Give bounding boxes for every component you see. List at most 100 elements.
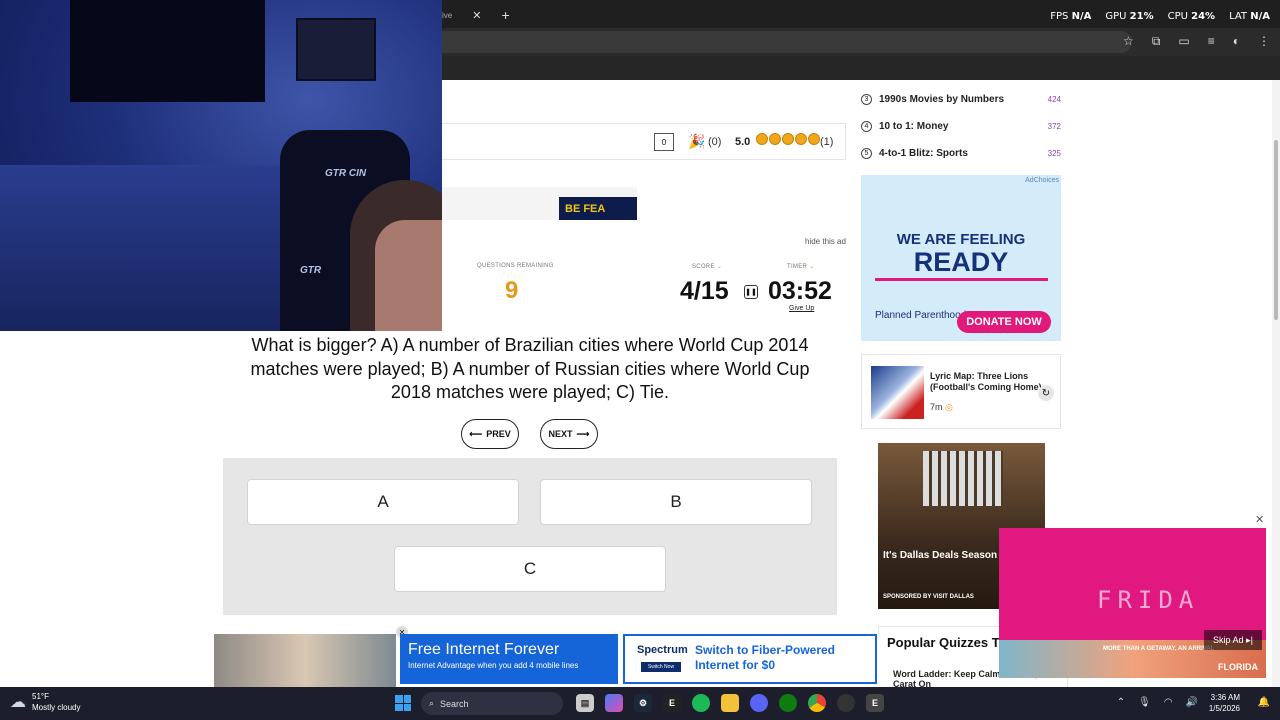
reaction-count: (0) [708,136,722,148]
free-internet-panel: Free Internet Forever Internet Advantage… [400,634,618,684]
temperature: 51°F [32,692,49,701]
epic-games-icon[interactable]: E [663,694,681,712]
spectrum-message: Switch to Fiber-Powered Internet for $0 [695,643,836,672]
reading-list-icon[interactable]: ≡ [1208,34,1215,49]
answer-c-button[interactable]: C [394,546,666,592]
donate-now-button[interactable]: DONATE NOW [957,311,1051,333]
ad-caption: It's Dallas Deals Season [883,550,998,561]
bottom-banner-ad[interactable]: ✕ Free Internet Forever Internet Advanta… [214,626,882,687]
scrollbar-thumb[interactable] [1274,140,1278,320]
video-ad-title: FRIDA [1097,586,1200,614]
quiz-title: 4-to-1 Blitz: Sports [879,148,968,159]
prev-label: PREV [486,429,511,439]
play-count: 372 [1047,122,1061,131]
folder-icon[interactable] [721,694,739,712]
banner-ad-text: BE FEA [559,197,637,220]
address-field[interactable] [442,31,1132,53]
next-label: NEXT [548,429,573,439]
next-button[interactable]: NEXT ⟶ [540,419,598,449]
rating-star-icon [795,133,807,145]
taskbar-search[interactable]: ⌕ Search [421,692,563,715]
refresh-icon[interactable]: ↻ [1038,385,1054,401]
tab-title: ive [442,10,453,20]
discord-icon[interactable] [750,694,768,712]
sidebar-quiz-item[interactable]: 5 4-to-1 Blitz: Sports 325 [861,140,1061,167]
person-face [375,220,442,331]
adchoices-link[interactable]: AdChoices [1025,177,1059,184]
recommended-quiz-card[interactable]: Lyric Map: Three Lions (Football's Comin… [861,354,1061,429]
wifi-icon[interactable]: ◠ [1164,697,1173,708]
video-ad-player[interactable]: FRIDA MORE THAN A GETAWAY, AN ARRIVAL Sk… [999,528,1266,678]
chrome-icon[interactable] [808,694,826,712]
new-tab-button[interactable]: + [501,7,509,23]
wall-picture [296,18,376,81]
notification-bell-icon[interactable]: 🔔 [1258,697,1270,708]
file-manager-icon[interactable]: ▤ [576,694,594,712]
spectrum-logo: Spectrum [637,644,688,656]
gpu-stat: GPU 21% [1105,11,1154,22]
page-scrollbar[interactable] [1272,80,1280,687]
close-video-icon[interactable]: ✕ [1255,513,1264,526]
hide-ad-link[interactable]: hide this ad [805,237,846,246]
steam-icon[interactable]: ⚙ [634,694,652,712]
rank-number: 5 [861,148,872,159]
give-up-link[interactable]: Give Up [789,305,814,312]
system-clock[interactable]: 3:36 AM 1/5/2026 [1209,692,1240,714]
browser-tab[interactable]: ive ✕ + [442,6,510,24]
questions-remaining-value: 9 [505,277,519,304]
popular-quiz-item[interactable]: Word Ladder: Keep Calm Carat On [893,669,1013,687]
wall-frame [70,0,265,102]
rank-number: 3 [861,94,872,105]
switch-now-button[interactable]: Switch Now [641,662,681,672]
skip-ad-button[interactable]: Skip Ad ▸| [1204,630,1262,650]
browser-toolbar: ☆ ⧉ ▭ ≡ ◐ ⋮ [1123,34,1270,49]
copilot-icon[interactable] [605,694,623,712]
party-popper-icon[interactable]: 🎉 [688,133,705,150]
answer-b-button[interactable]: B [540,479,812,525]
bookmark-star-icon[interactable]: ☆ [1123,34,1134,49]
answer-a-button[interactable]: A [247,479,519,525]
score-value: 4/15 [680,277,729,305]
rating-stars[interactable] [756,133,820,145]
windows-start-icon[interactable] [395,695,411,711]
quiz-title: 1990s Movies by Numbers [879,94,1005,105]
score-label[interactable]: SCORE ⌄ [692,263,722,270]
ad-headline: Free Internet Forever [408,641,560,658]
microphone-icon[interactable]: 🎙 [1138,697,1151,708]
sidebar-quiz-item[interactable]: 4 10 to 1: Money 372 [861,113,1061,140]
cpu-stat: CPU 24% [1167,11,1216,22]
pause-icon[interactable]: ❚❚ [744,285,758,299]
search-icon: ⌕ [429,698,435,708]
prev-button[interactable]: ⟵ PREV [461,419,519,449]
planned-parenthood-ad[interactable]: AdChoices WE ARE FEELING READY Planned P… [861,175,1061,341]
windows-taskbar: ☁ 51°F Mostly cloudy ⌕ Search ▤ ⚙ E E ⌃ … [0,687,1280,720]
timer-label[interactable]: TIMER ⌄ [787,263,814,270]
steelseries-icon[interactable] [837,694,855,712]
extensions-icon[interactable]: ⧉ [1152,34,1161,49]
sidebar-quiz-item[interactable]: 3 1990s Movies by Numbers 424 [861,86,1061,113]
sidebar-quiz-list: 3 1990s Movies by Numbers 424 4 10 to 1:… [861,86,1061,167]
bed [0,165,310,331]
question-text: What is bigger? A) A number of Brazilian… [250,335,810,402]
epic-launcher-icon[interactable]: E [866,694,884,712]
weather-widget[interactable]: ☁ 51°F Mostly cloudy [10,691,80,713]
quiz-thumbnail [871,366,924,419]
menu-icon[interactable]: ⋮ [1258,34,1270,49]
quiz-meta-bar: 0 🎉 (0) 5.0 (1) [442,123,846,160]
tray-chevron-icon[interactable]: ⌃ [1117,697,1125,708]
rank-number: 4 [861,121,872,132]
comment-count-icon[interactable]: 0 [654,133,674,151]
arrow-right-icon: ⟶ [576,428,590,439]
tab-close-icon[interactable]: ✕ [472,9,481,22]
top-banner-ad[interactable]: BE FEA [442,187,637,220]
play-count: 325 [1047,149,1061,158]
rating-star-icon [756,133,768,145]
spotify-icon[interactable] [692,694,710,712]
weather-condition: Mostly cloudy [32,703,81,712]
volume-icon[interactable]: 🔊 [1186,697,1198,708]
profile-icon[interactable]: ◐ [1233,34,1240,49]
ad-photo [214,634,396,687]
xbox-icon[interactable] [779,694,797,712]
cast-icon[interactable]: ▭ [1178,34,1189,49]
chair-logo: GTR [300,265,322,276]
